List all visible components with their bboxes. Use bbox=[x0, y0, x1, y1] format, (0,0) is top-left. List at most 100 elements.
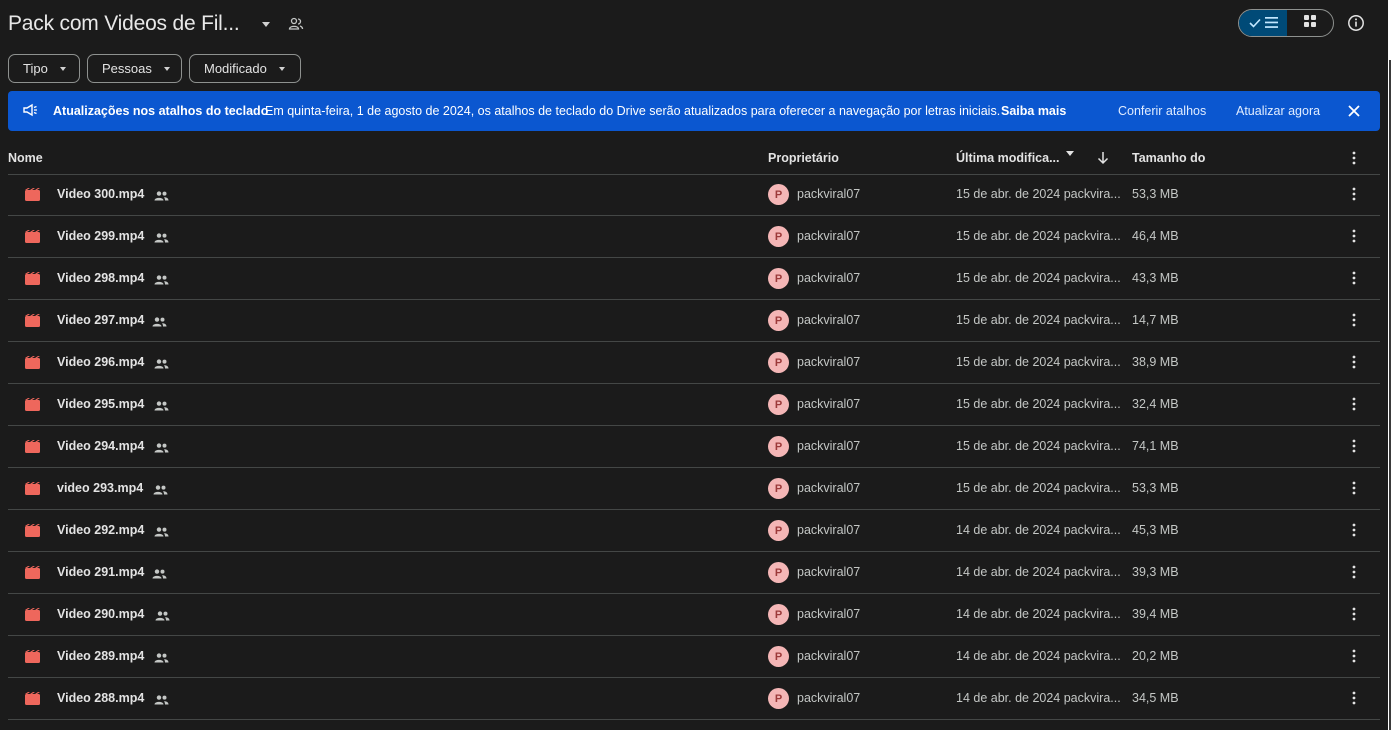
avatar: P bbox=[768, 646, 789, 667]
filter-type-chip[interactable]: Tipo bbox=[8, 54, 80, 83]
filter-type-label: Tipo bbox=[23, 61, 48, 76]
grid-view-button[interactable] bbox=[1287, 10, 1333, 36]
file-size: 46,4 MB bbox=[1132, 229, 1179, 243]
shared-people-icon bbox=[154, 524, 169, 542]
column-size-header[interactable]: Tamanho do bbox=[1132, 151, 1205, 165]
owner-name: packviral07 bbox=[797, 691, 861, 705]
file-name[interactable]: Video 299.mp4 bbox=[57, 229, 144, 243]
column-modified-header[interactable]: Última modifica... bbox=[956, 151, 1060, 165]
more-vert-icon[interactable] bbox=[1352, 271, 1356, 290]
list-view-button[interactable] bbox=[1239, 10, 1287, 36]
table-row[interactable]: Video 297.mp4 Ppackviral07 15 de abr. de 2… bbox=[8, 300, 1380, 342]
modified-date: 14 de abr. de 2024 packvira... bbox=[956, 691, 1121, 705]
shared-people-icon bbox=[155, 608, 170, 626]
table-row[interactable]: video 293.mp4 Ppackviral07 15 de abr. de 2… bbox=[8, 468, 1380, 510]
shared-people-icon bbox=[154, 440, 169, 458]
file-size: 53,3 MB bbox=[1132, 481, 1179, 495]
file-name[interactable]: Video 289.mp4 bbox=[57, 649, 144, 663]
avatar: P bbox=[768, 520, 789, 541]
video-file-icon bbox=[25, 272, 40, 290]
file-name[interactable]: Video 300.mp4 bbox=[57, 187, 144, 201]
sort-arrow-down-icon[interactable] bbox=[1097, 151, 1109, 168]
table-row[interactable]: Video 289.mp4 Ppackviral07 14 de abr. de 2… bbox=[8, 636, 1380, 678]
owner-name: packviral07 bbox=[797, 607, 861, 621]
shared-people-icon bbox=[152, 566, 167, 584]
file-name[interactable]: Video 296.mp4 bbox=[57, 355, 144, 369]
more-vert-icon[interactable] bbox=[1352, 607, 1356, 626]
table-row[interactable]: Video 290.mp4 Ppackviral07 14 de abr. de 2… bbox=[8, 594, 1380, 636]
avatar: P bbox=[768, 394, 789, 415]
update-now-button[interactable]: Atualizar agora bbox=[1236, 104, 1320, 118]
banner-title: Atualizações nos atalhos do teclado bbox=[53, 104, 269, 118]
more-vert-icon[interactable] bbox=[1352, 397, 1356, 416]
filter-modified-chip[interactable]: Modificado bbox=[189, 54, 301, 83]
shared-people-icon bbox=[154, 650, 169, 668]
video-file-icon bbox=[25, 608, 40, 626]
chevron-down-icon bbox=[278, 66, 285, 71]
owner-name: packviral07 bbox=[797, 229, 861, 243]
table-row[interactable]: Video 291.mp4 Ppackviral07 14 de abr. de 2… bbox=[8, 552, 1380, 594]
video-file-icon bbox=[25, 398, 40, 416]
table-row[interactable]: Video 292.mp4 Ppackviral07 14 de abr. de 2… bbox=[8, 510, 1380, 552]
owner-name: packviral07 bbox=[797, 481, 861, 495]
more-vert-icon[interactable] bbox=[1352, 229, 1356, 248]
file-size: 14,7 MB bbox=[1132, 313, 1179, 327]
file-name[interactable]: Video 295.mp4 bbox=[57, 397, 144, 411]
more-vert-icon[interactable] bbox=[1352, 523, 1356, 542]
shared-folder-icon bbox=[288, 17, 304, 31]
banner-message: Em quinta-feira, 1 de agosto de 2024, os… bbox=[265, 104, 1001, 118]
more-vert-icon[interactable] bbox=[1352, 481, 1356, 500]
column-name-header[interactable]: Nome bbox=[8, 151, 43, 165]
check-shortcuts-button[interactable]: Conferir atalhos bbox=[1118, 104, 1206, 118]
owner-name: packviral07 bbox=[797, 355, 861, 369]
more-vert-icon[interactable] bbox=[1352, 355, 1356, 374]
file-name[interactable]: Video 292.mp4 bbox=[57, 523, 144, 537]
table-row[interactable]: Video 298.mp4 Ppackviral07 15 de abr. de 2… bbox=[8, 258, 1380, 300]
owner-name: packviral07 bbox=[797, 271, 861, 285]
more-vert-icon[interactable] bbox=[1352, 565, 1356, 584]
table-row[interactable]: Video 296.mp4 Ppackviral07 15 de abr. de 2… bbox=[8, 342, 1380, 384]
file-size: 20,2 MB bbox=[1132, 649, 1179, 663]
folder-title-button[interactable]: Pack com Videos de Fil... bbox=[8, 10, 304, 38]
video-file-icon bbox=[25, 692, 40, 710]
chevron-down-icon[interactable] bbox=[1066, 151, 1074, 156]
modified-date: 14 de abr. de 2024 packvira... bbox=[956, 565, 1121, 579]
file-size: 34,5 MB bbox=[1132, 691, 1179, 705]
modified-date: 15 de abr. de 2024 packvira... bbox=[956, 355, 1121, 369]
table-row[interactable]: Video 288.mp4 Ppackviral07 14 de abr. de 2… bbox=[8, 678, 1380, 720]
file-name[interactable]: Video 298.mp4 bbox=[57, 271, 144, 285]
more-vert-icon[interactable] bbox=[1352, 151, 1356, 168]
table-row[interactable]: Video 299.mp4 Ppackviral07 15 de abr. de 2… bbox=[8, 216, 1380, 258]
check-icon bbox=[1248, 16, 1261, 31]
table-row[interactable]: Video 295.mp4 Ppackviral07 15 de abr. de 2… bbox=[8, 384, 1380, 426]
modified-date: 15 de abr. de 2024 packvira... bbox=[956, 439, 1121, 453]
filter-people-chip[interactable]: Pessoas bbox=[87, 54, 182, 83]
table-header: Nome Proprietário Última modifica... Tam… bbox=[8, 143, 1380, 175]
file-size: 39,4 MB bbox=[1132, 607, 1179, 621]
info-icon[interactable] bbox=[1347, 14, 1365, 32]
more-vert-icon[interactable] bbox=[1352, 649, 1356, 668]
file-name[interactable]: Video 297.mp4 bbox=[57, 313, 144, 327]
more-vert-icon[interactable] bbox=[1352, 313, 1356, 332]
more-vert-icon[interactable] bbox=[1352, 691, 1356, 710]
more-vert-icon[interactable] bbox=[1352, 439, 1356, 458]
keyboard-shortcuts-banner: Atualizações nos atalhos do teclado Em q… bbox=[8, 91, 1380, 131]
file-name[interactable]: Video 291.mp4 bbox=[57, 565, 144, 579]
modified-date: 15 de abr. de 2024 packvira... bbox=[956, 397, 1121, 411]
video-file-icon bbox=[25, 314, 40, 332]
shared-people-icon bbox=[153, 482, 168, 500]
learn-more-link[interactable]: Saiba mais bbox=[1001, 104, 1066, 118]
column-owner-header[interactable]: Proprietário bbox=[768, 151, 839, 165]
close-icon[interactable] bbox=[1348, 105, 1360, 120]
more-vert-icon[interactable] bbox=[1352, 187, 1356, 206]
file-name[interactable]: video 293.mp4 bbox=[57, 481, 143, 495]
table-row[interactable]: Video 294.mp4 Ppackviral07 15 de abr. de 2… bbox=[8, 426, 1380, 468]
avatar: P bbox=[768, 310, 789, 331]
avatar: P bbox=[768, 688, 789, 709]
file-name[interactable]: Video 290.mp4 bbox=[57, 607, 144, 621]
table-row[interactable]: Video 300.mp4 Ppackviral07 15 de abr. de 2… bbox=[8, 174, 1380, 216]
view-toggle bbox=[1238, 9, 1334, 37]
file-name[interactable]: Video 294.mp4 bbox=[57, 439, 144, 453]
file-name[interactable]: Video 288.mp4 bbox=[57, 691, 144, 705]
shared-people-icon bbox=[154, 356, 169, 374]
